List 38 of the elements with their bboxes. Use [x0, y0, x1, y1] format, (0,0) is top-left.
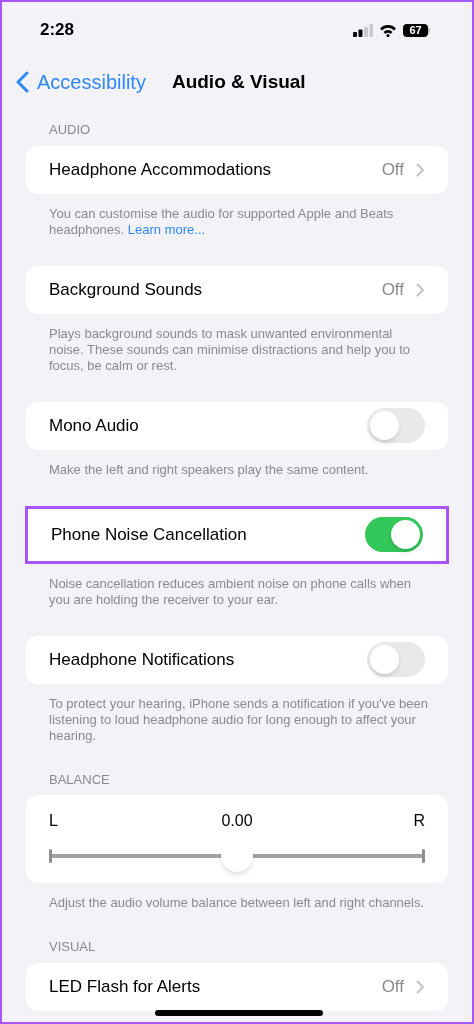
- section-footer: You can customise the audio for supported Apple and Beats headphones. Learn more...: [26, 205, 448, 238]
- toggle-switch[interactable]: [367, 642, 425, 677]
- toggle-switch[interactable]: [365, 517, 423, 552]
- row-value: Off: [381, 975, 404, 998]
- toggle-switch[interactable]: [367, 408, 425, 443]
- section-footer: Make the left and right speakers play the same content.: [26, 461, 448, 478]
- row-label: Mono Audio: [49, 414, 140, 437]
- chevron-icon: [416, 979, 425, 994]
- section-footer: To protect your hearing, iPhone sends a notification if you've been listening to loud headphone audio for long enough to affect your hearing.: [26, 695, 448, 744]
- section-header: BALANCE: [48, 770, 111, 789]
- status-time: 2:28: [40, 19, 75, 42]
- section-header: AUDIO: [48, 121, 92, 139]
- wifi-icon: [379, 23, 397, 37]
- settings-row[interactable]: Background Sounds Off: [26, 265, 448, 314]
- settings-row[interactable]: Headphone Accommodations Off: [26, 145, 448, 194]
- slider-thumb[interactable]: [221, 840, 253, 872]
- slider-track[interactable]: [49, 839, 425, 873]
- back-chevron-icon: [16, 71, 29, 93]
- balance-reading: 0.00: [221, 811, 253, 831]
- row-label: LED Flash for Alerts: [49, 975, 202, 998]
- chevron-icon: [416, 282, 425, 297]
- page-title: Audio & Visual: [171, 69, 306, 94]
- row-label: Headphone Accommodations: [49, 158, 273, 181]
- row-value: Off: [381, 158, 404, 181]
- chevron-icon: [416, 162, 425, 177]
- right-label: R: [412, 811, 425, 831]
- section-footer: Noise cancellation reduces ambient noise on phone calls when you are holding the receiver to your ear.: [26, 575, 448, 608]
- section-footer: Adjust the audio volume balance between left and right channels.: [26, 895, 448, 911]
- row-label: Headphone Notifications: [49, 648, 236, 671]
- row-value: Off: [381, 278, 404, 301]
- row-label: Phone Noise Cancellation: [51, 523, 248, 546]
- section-header: VISUAL: [48, 938, 97, 956]
- signal-icon: [353, 23, 373, 37]
- section-footer: Plays background sounds to mask unwanted environmental noise. These sounds can minimise distractions and help you to focus, be calm or rest.: [26, 325, 448, 374]
- row-label: Background Sounds: [49, 278, 204, 301]
- left-label: L: [49, 811, 59, 831]
- settings-row[interactable]: LED Flash for Alerts Off: [26, 962, 448, 1011]
- battery-level: 67: [403, 23, 428, 37]
